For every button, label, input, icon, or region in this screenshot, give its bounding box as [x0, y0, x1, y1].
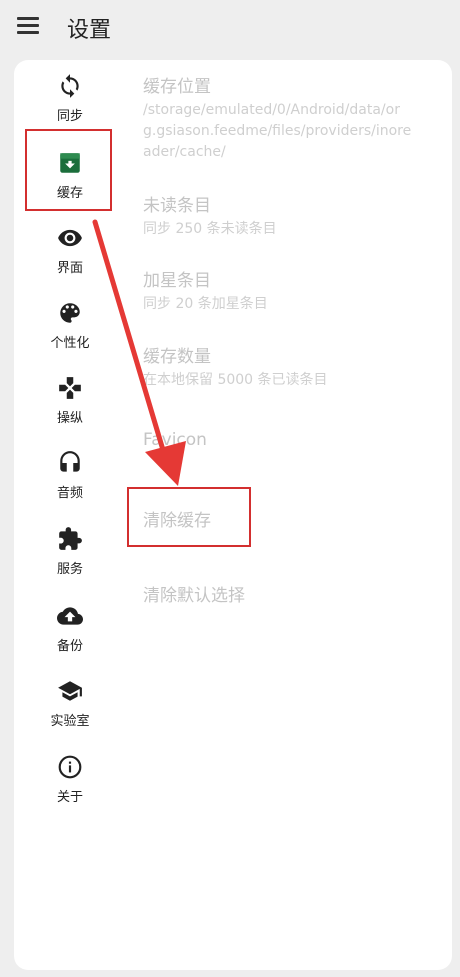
eye-icon — [58, 229, 82, 247]
nav-item-services[interactable]: 服务 — [14, 526, 126, 586]
nav-item-about[interactable]: 关于 — [14, 754, 126, 814]
setting-subtitle: 在本地保留 5000 条已读条目 — [143, 372, 328, 388]
nav-item-backup[interactable]: 备份 — [14, 603, 126, 663]
setting-cache-count[interactable]: 缓存数量 在本地保留 5000 条已读条目 — [143, 342, 433, 391]
setting-starred[interactable]: 加星条目 同步 20 条加星条目 — [143, 266, 433, 315]
menu-icon[interactable] — [17, 17, 41, 37]
puzzle-icon — [59, 527, 82, 550]
setting-clear-defaults[interactable]: 清除默认选择 — [143, 581, 433, 606]
info-icon — [58, 755, 82, 779]
setting-unread[interactable]: 未读条目 同步 250 条未读条目 — [143, 191, 433, 240]
nav-item-controls[interactable]: 操纵 — [14, 375, 126, 435]
setting-title: 缓存位置 — [143, 77, 211, 97]
nav-label: 操纵 — [56, 411, 83, 426]
setting-title: 未读条目 — [143, 196, 211, 216]
nav-label: 关于 — [56, 790, 83, 805]
nav-item-lab[interactable]: 实验室 — [14, 678, 126, 738]
nav-label: 同步 — [56, 109, 83, 124]
nav-item-audio[interactable]: 音频 — [14, 450, 126, 510]
nav-label: 实验室 — [50, 714, 90, 729]
nav-label: 备份 — [56, 639, 83, 654]
nav-item-sync[interactable]: 同步 — [14, 73, 126, 133]
setting-cache-location[interactable]: 缓存位置 /storage/emulated/0/Android/data/or… — [143, 72, 433, 163]
sync-icon — [61, 74, 79, 98]
page-title: 设置 — [67, 18, 112, 43]
cloud-upload-icon — [57, 607, 83, 625]
highlight-clear-cache — [127, 487, 251, 547]
nav-label: 音频 — [56, 486, 83, 501]
setting-title: 清除默认选择 — [143, 586, 245, 606]
setting-favicon[interactable]: Favicon — [143, 430, 433, 450]
gamepad-icon — [59, 377, 81, 399]
nav-item-personalize[interactable]: 个性化 — [14, 300, 126, 360]
setting-title: 缓存数量 — [143, 347, 211, 367]
nav-label: 界面 — [56, 261, 83, 276]
nav-label: 服务 — [56, 562, 83, 577]
setting-title: 加星条目 — [143, 271, 211, 291]
headphones-icon — [60, 451, 80, 472]
nav-label: 个性化 — [50, 336, 90, 351]
top-app-bar: 设置 — [0, 0, 460, 58]
highlight-cache-nav — [25, 129, 112, 211]
setting-subtitle: /storage/emulated/0/Android/data/org.gsi… — [143, 102, 412, 160]
setting-subtitle: 同步 20 条加星条目 — [143, 296, 268, 312]
setting-subtitle: 同步 250 条未读条目 — [143, 221, 277, 237]
school-icon — [58, 681, 82, 701]
palette-icon — [60, 303, 80, 323]
nav-item-interface[interactable]: 界面 — [14, 225, 126, 285]
setting-title: Favicon — [143, 430, 207, 450]
